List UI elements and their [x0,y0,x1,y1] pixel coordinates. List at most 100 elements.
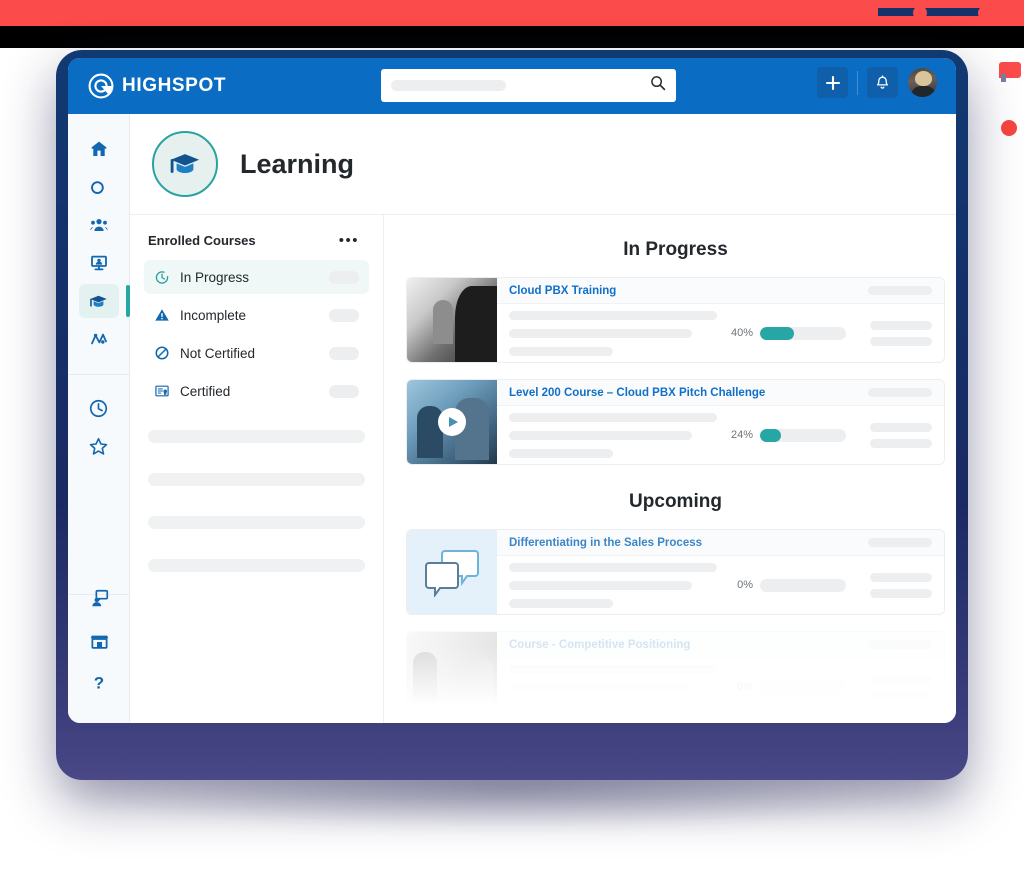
decorative-dot-3 [978,6,992,20]
placeholder-line [509,580,693,590]
course-meta-placeholder [868,640,932,649]
brand-logo[interactable]: HIGHSPOT [88,73,226,99]
enrolled-courses-title: Enrolled Courses [148,233,256,248]
decorative-black-band [0,26,1024,48]
courses-pane: In Progress Cloud PBX Training 40% Level… [384,215,956,723]
filter-label: Incomplete [180,307,247,323]
sidebar-item-marketplace[interactable] [79,623,119,657]
filter-count-placeholder [329,384,359,398]
top-navigation-bar: HIGHSPOT [68,58,956,114]
app-screen: HIGHSPOT ? Learning Enrolled Courses •••… [68,58,956,723]
spots-icon [90,181,108,194]
placeholder-line [870,320,932,330]
section-title-upcoming: Upcoming [629,491,722,512]
search-box[interactable] [381,69,676,102]
sidebar-item-in-progress[interactable]: In Progress [144,260,369,294]
progress-fill [760,428,781,442]
placeholder-bar [148,516,365,529]
course-title[interactable]: Cloud PBX Training [509,285,616,297]
store-icon [90,635,108,649]
filter-count-placeholder [329,308,359,322]
screen-body: ? Learning Enrolled Courses ••• In Progr… [68,114,956,723]
progress-track [760,326,846,340]
search-input[interactable] [391,80,506,91]
sidebar-item-pitch[interactable] [79,246,119,280]
graduation-cap-icon [90,295,107,307]
course-card[interactable]: Differentiating in the Sales Process 0% [406,529,945,615]
decorative-red-circle [1001,120,1017,136]
user-avatar[interactable] [907,67,938,98]
sidebar-item-home[interactable] [79,132,119,166]
sidebar-item-not-certified[interactable]: Not Certified [144,336,369,370]
course-title[interactable]: Course - Competitive Positioning [509,639,690,651]
course-card-header: Differentiating in the Sales Process [497,530,944,556]
course-description-placeholder [509,562,717,608]
decorative-dot-1 [848,6,862,20]
course-description-placeholder [509,310,717,356]
play-icon[interactable] [438,408,466,436]
placeholder-bar [148,473,365,486]
analytics-icon [90,333,107,345]
sidebar-item-analytics[interactable] [79,322,119,356]
placeholder-bar [148,559,365,572]
progress-track [760,428,846,442]
placeholder-line [870,690,932,700]
placeholder-line [509,448,613,458]
more-options-icon[interactable]: ••• [339,233,359,248]
course-thumbnail [407,632,497,716]
notifications-button[interactable] [867,67,898,98]
sidebar-item-learning[interactable] [78,284,130,318]
enrolled-courses-header: Enrolled Courses ••• [130,233,383,249]
sidebar-item-help[interactable]: ? [79,665,119,699]
course-thumbnail [407,530,497,614]
graduation-cap-icon [170,154,200,173]
sidebar-item-certified[interactable]: Certified [144,374,369,408]
placeholder-line [870,572,932,582]
placeholder-line [509,664,717,674]
course-card-body: 0% [497,658,944,716]
placeholder-line [870,438,932,448]
bell-icon [876,74,889,89]
no-entry-icon [155,346,169,360]
decorative-red-flag [999,62,1021,82]
sidebar-item-people[interactable] [79,208,119,242]
sidebar-item-recent[interactable] [79,391,119,425]
top-nav-actions [817,67,938,98]
left-pane-placeholders [130,430,383,572]
filter-label: In Progress [180,269,250,285]
progress-percent: 0% [737,579,753,591]
progress-track [760,578,846,592]
course-card[interactable]: Course - Competitive Positioning 0% [406,631,945,717]
course-title[interactable]: Differentiating in the Sales Process [509,537,702,549]
warning-triangle-icon [155,309,169,321]
decorative-navy-segment [878,8,988,16]
placeholder-line [509,700,613,710]
add-button[interactable] [817,67,848,98]
course-card[interactable]: Cloud PBX Training 40% [406,277,945,363]
sidebar-item-feedback[interactable] [79,581,119,615]
course-card-body: 40% [497,304,944,362]
course-card-header: Cloud PBX Training [497,278,944,304]
progress-fill [760,326,795,340]
page-badge [152,131,218,197]
course-meta-placeholder [868,286,932,295]
star-icon [89,437,108,455]
nav-divider [857,70,858,95]
highspot-logo-icon [88,73,114,99]
decorative-dot-2 [913,6,927,20]
sidebar-item-spots[interactable] [79,170,119,204]
course-card-main: Course - Competitive Positioning 0% [497,632,944,716]
course-title[interactable]: Level 200 Course – Cloud PBX Pitch Chall… [509,387,765,399]
course-progress: 24% [727,428,846,442]
sidebar-item-bookmarks[interactable] [79,429,119,463]
filter-count-placeholder [329,346,359,360]
course-description-placeholder [509,412,717,458]
course-card[interactable]: Level 200 Course – Cloud PBX Pitch Chall… [406,379,945,465]
filter-count-placeholder [329,270,359,284]
course-actions-placeholder [870,674,932,700]
course-thumbnail [407,278,497,362]
search-icon[interactable] [650,75,666,96]
certificate-icon [155,385,169,397]
sidebar-item-incomplete[interactable]: Incomplete [144,298,369,332]
svg-text:?: ? [94,673,104,692]
